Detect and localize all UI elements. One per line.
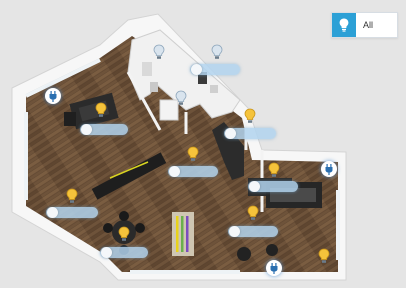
lightbulb-icon — [332, 13, 356, 37]
floor-plan — [11, 13, 347, 281]
toggle-knob[interactable] — [101, 247, 112, 258]
light-filter-dropdown[interactable]: All — [331, 12, 398, 38]
lightbulb-off-icon[interactable] — [211, 44, 223, 60]
floor-plan-view — [0, 0, 406, 283]
light-control-corridor[interactable] — [224, 128, 276, 139]
lightbulb-on-icon[interactable] — [247, 205, 259, 221]
light-control-dining[interactable] — [100, 247, 148, 258]
lightbulb-on-icon[interactable] — [318, 248, 330, 264]
light-control-lounge[interactable] — [80, 124, 128, 135]
lightbulb-on-icon[interactable] — [187, 146, 199, 162]
light-control-hall[interactable] — [190, 64, 240, 75]
light-control-kitchen[interactable] — [248, 181, 298, 192]
toggle-knob[interactable] — [47, 207, 58, 218]
filter-label: All — [363, 20, 374, 30]
light-control-tv-area[interactable] — [168, 166, 218, 177]
power-plug-icon[interactable] — [45, 88, 61, 104]
lightbulb-on-icon[interactable] — [244, 108, 256, 124]
lightbulb-on-icon[interactable] — [118, 226, 130, 242]
lightbulb-off-icon[interactable] — [153, 44, 165, 60]
power-plug-icon[interactable] — [266, 260, 282, 276]
toggle-knob[interactable] — [191, 64, 202, 75]
toggle-knob[interactable] — [225, 128, 236, 139]
toggle-knob[interactable] — [81, 124, 92, 135]
lightbulb-on-icon[interactable] — [95, 102, 107, 118]
lightbulb-on-icon[interactable] — [66, 188, 78, 204]
power-plug-icon[interactable] — [321, 161, 337, 177]
toggle-knob[interactable] — [229, 226, 240, 237]
light-control-desk[interactable] — [228, 226, 278, 237]
light-control-window[interactable] — [46, 207, 98, 218]
toggle-knob[interactable] — [169, 166, 180, 177]
toggle-knob[interactable] — [249, 181, 260, 192]
lightbulb-on-icon[interactable] — [268, 162, 280, 178]
lightbulb-off-icon[interactable] — [175, 90, 187, 106]
